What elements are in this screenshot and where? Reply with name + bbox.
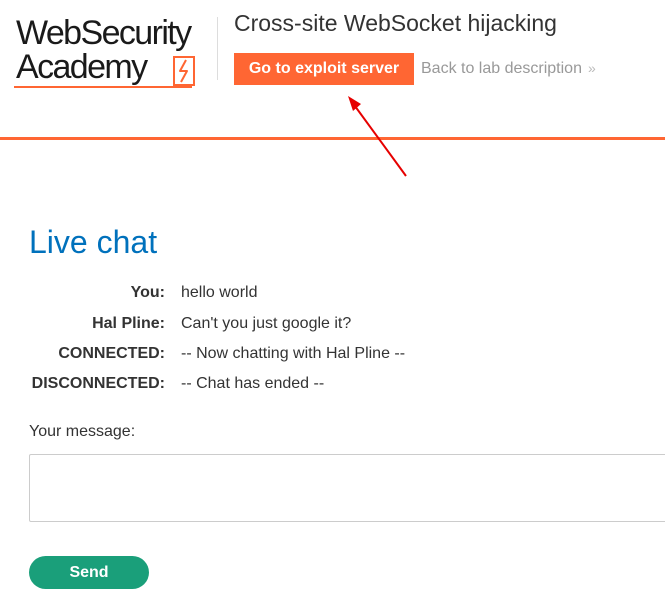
- lab-header: WebSecurity Academy Cross-site WebSocket…: [0, 0, 665, 140]
- message-input[interactable]: [29, 454, 665, 522]
- chat-message-text: hello world: [181, 284, 258, 301]
- double-chevron-right-icon: »: [587, 60, 596, 76]
- chat-message-row: DISCONNECTED: -- Chat has ended --: [0, 375, 665, 397]
- chat-message-row: Hal Pline: Can't you just google it?: [0, 315, 665, 337]
- chat-speaker: CONNECTED:: [58, 345, 165, 362]
- logo-text-websecurity: WebSecurity: [16, 14, 192, 52]
- back-to-lab-description-link[interactable]: Back to lab description »: [421, 60, 596, 78]
- header-divider: [217, 17, 218, 80]
- logo-text-academy: Academy: [16, 48, 148, 86]
- chat-speaker: DISCONNECTED:: [31, 375, 165, 392]
- send-button[interactable]: Send: [29, 556, 149, 589]
- red-annotation-arrow-icon: [348, 96, 407, 177]
- live-chat-heading: Live chat: [29, 224, 158, 260]
- chat-message-row: You: hello world: [0, 284, 665, 306]
- lightning-badge-icon: [173, 56, 195, 86]
- logo-underline: [14, 86, 192, 88]
- chat-message-text: -- Now chatting with Hal Pline --: [181, 345, 406, 362]
- chat-message-text: -- Chat has ended --: [181, 375, 325, 392]
- your-message-label: Your message:: [29, 423, 136, 440]
- back-link-label: Back to lab description: [421, 60, 582, 77]
- chat-message-row: CONNECTED: -- Now chatting with Hal Plin…: [0, 345, 665, 367]
- go-to-exploit-server-button[interactable]: Go to exploit server: [234, 53, 414, 85]
- lab-title: Cross-site WebSocket hijacking: [234, 10, 557, 36]
- chat-speaker: Hal Pline:: [92, 315, 165, 332]
- web-security-academy-logo[interactable]: WebSecurity Academy: [14, 14, 214, 90]
- chat-speaker: You:: [130, 284, 165, 301]
- chat-message-text: Can't you just google it?: [181, 315, 352, 332]
